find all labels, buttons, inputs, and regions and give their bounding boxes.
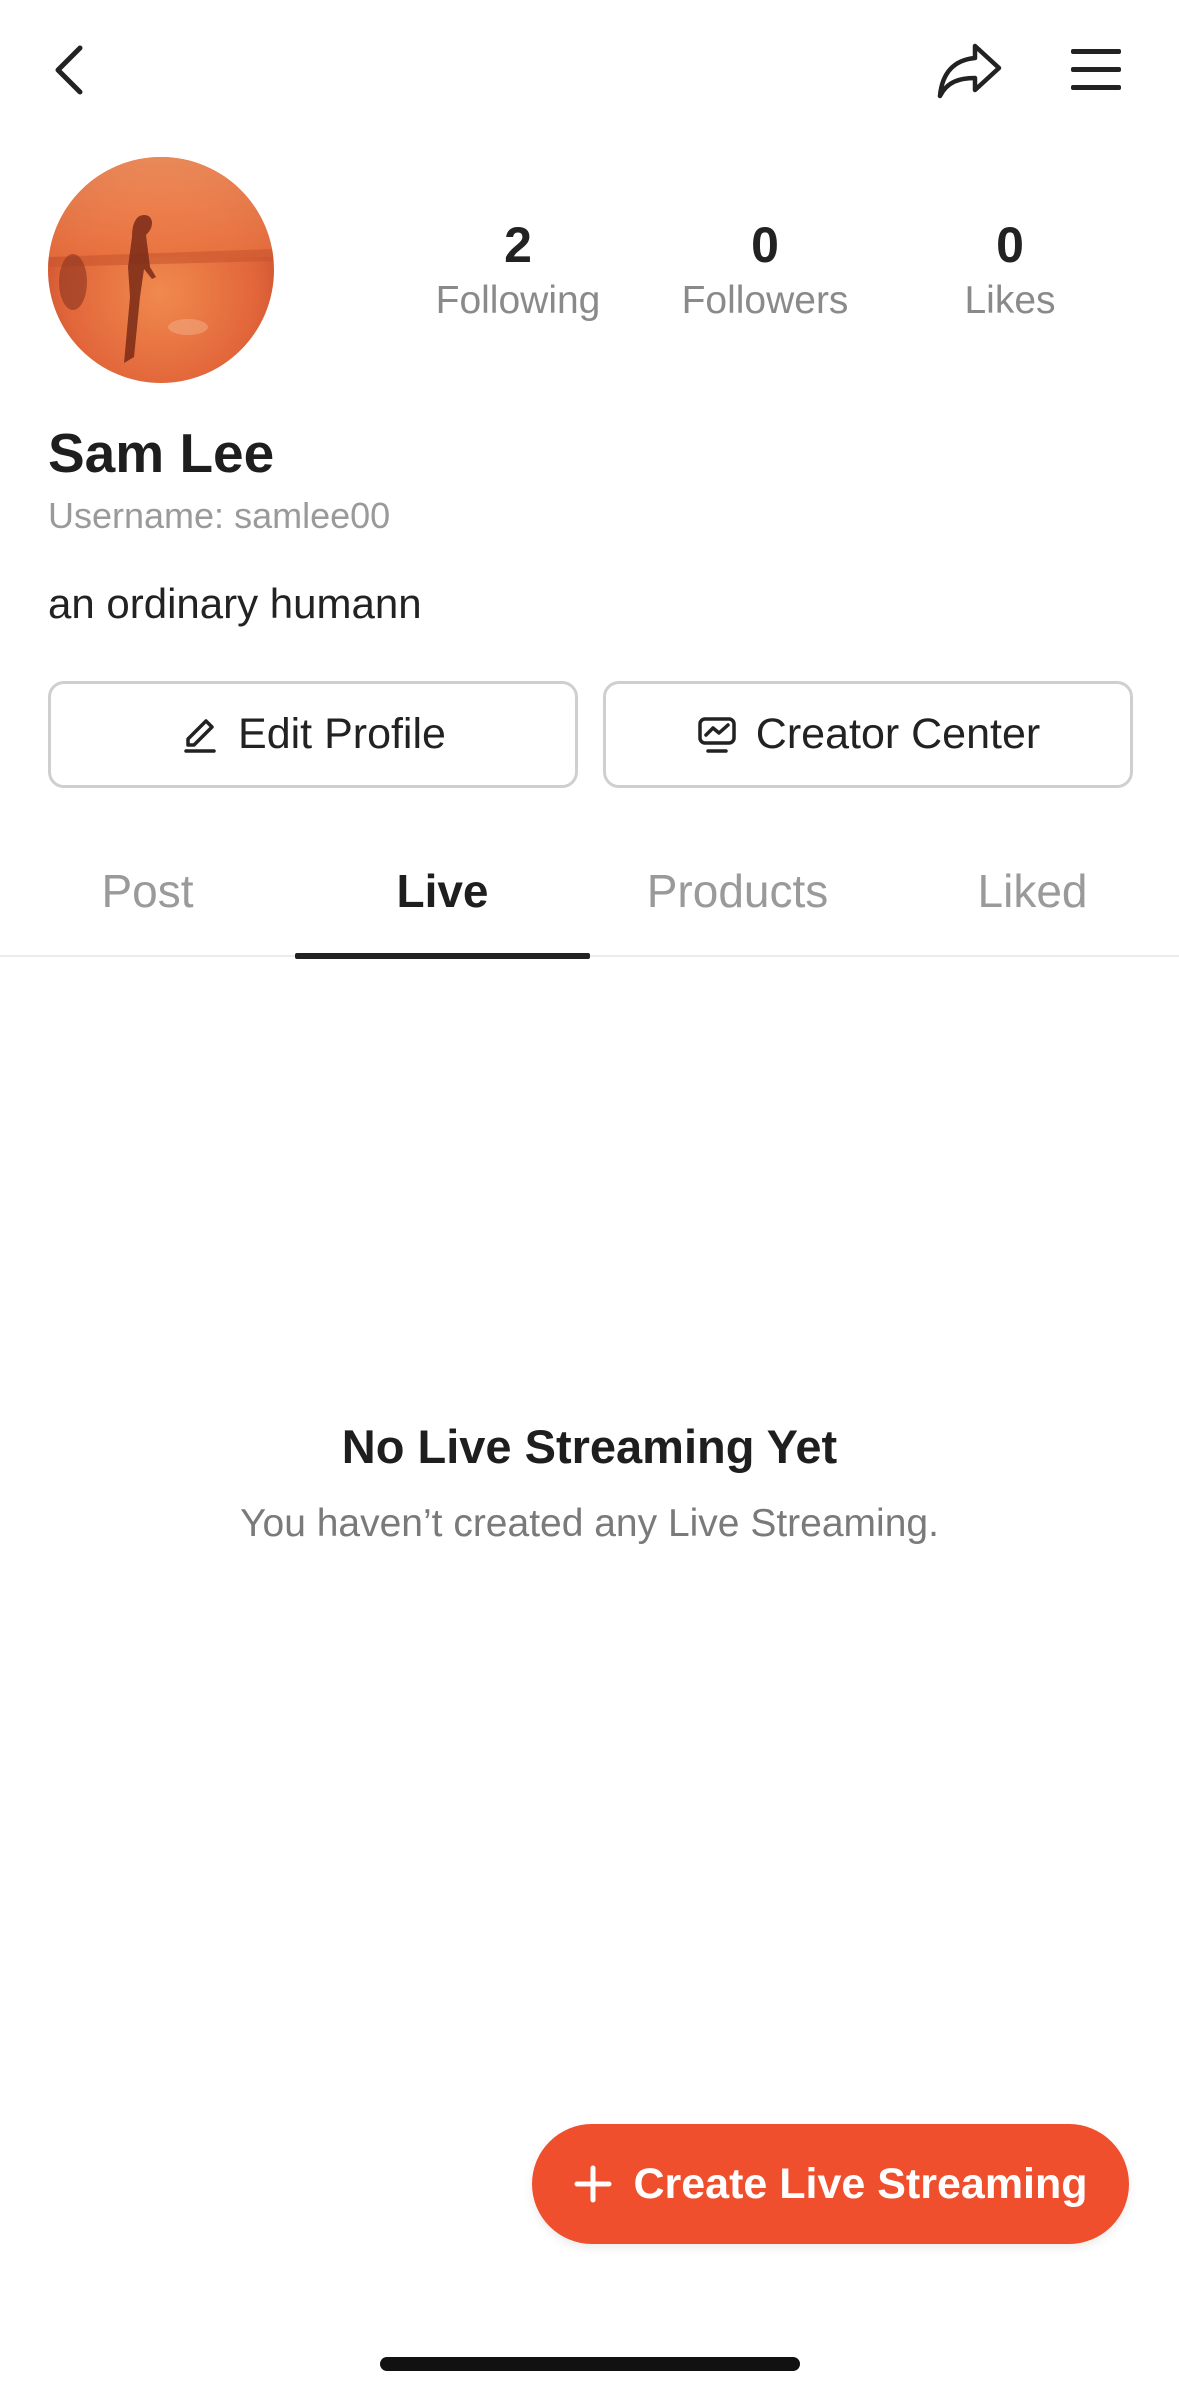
- analytics-chart-icon: [696, 714, 738, 756]
- following-label: Following: [435, 279, 601, 322]
- likes-count: 0: [996, 217, 1024, 273]
- profile-bio: an ordinary humann: [48, 580, 422, 627]
- share-icon: [937, 43, 1002, 99]
- tab-products[interactable]: Products: [590, 825, 885, 957]
- menu-button[interactable]: [1058, 30, 1134, 110]
- share-button[interactable]: [930, 30, 1010, 110]
- stat-followers[interactable]: 0 Followers: [645, 215, 885, 325]
- plus-icon: [574, 2165, 612, 2203]
- edit-profile-button[interactable]: Edit Profile: [48, 681, 578, 788]
- back-button[interactable]: [40, 30, 100, 110]
- followers-count: 0: [751, 217, 779, 273]
- create-live-streaming-label: Create Live Streaming: [633, 2159, 1088, 2208]
- profile-username: Username: samlee00: [48, 495, 391, 536]
- empty-state-title: No Live Streaming Yet: [341, 1420, 838, 1473]
- stat-following[interactable]: 2 Following: [398, 215, 638, 325]
- following-count: 2: [504, 217, 532, 273]
- create-live-streaming-button[interactable]: Create Live Streaming: [532, 2124, 1129, 2244]
- avatar-image: [48, 157, 274, 383]
- stat-likes[interactable]: 0 Likes: [890, 215, 1130, 325]
- edit-profile-label: Edit Profile: [238, 710, 446, 758]
- hamburger-menu-icon: [1071, 49, 1121, 90]
- avatar[interactable]: [48, 157, 274, 383]
- followers-label: Followers: [681, 279, 849, 322]
- likes-label: Likes: [964, 279, 1056, 322]
- profile-name: Sam Lee: [48, 422, 275, 484]
- creator-center-button[interactable]: Creator Center: [603, 681, 1133, 788]
- profile-page: 2 Following 0 Followers 0 Likes Sam Lee …: [0, 0, 1179, 2396]
- creator-center-label: Creator Center: [755, 710, 1041, 758]
- empty-state-subtitle: You haven’t created any Live Streaming.: [240, 1502, 939, 1545]
- chevron-left-icon: [55, 45, 83, 95]
- pencil-icon: [180, 715, 220, 755]
- home-indicator[interactable]: [380, 2357, 800, 2371]
- profile-tabs: Post Live Products Liked: [0, 825, 1179, 959]
- tab-live[interactable]: Live: [295, 825, 590, 959]
- tab-post[interactable]: Post: [0, 825, 295, 957]
- tab-liked[interactable]: Liked: [885, 825, 1179, 957]
